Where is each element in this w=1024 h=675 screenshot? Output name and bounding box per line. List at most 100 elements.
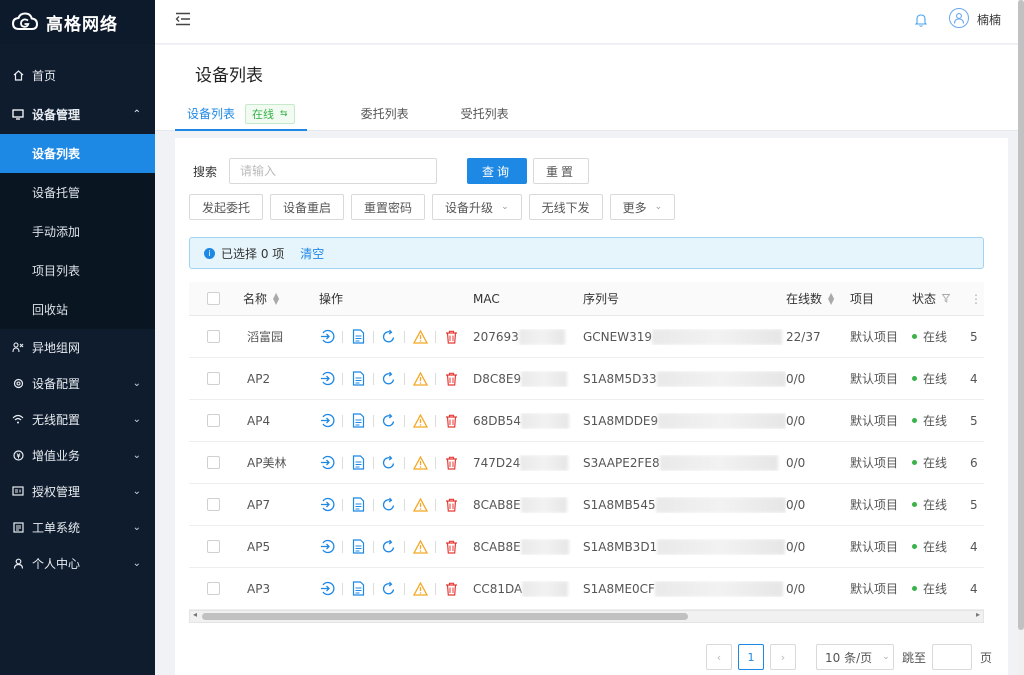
page-number-button[interactable]: 1 (738, 644, 764, 670)
reset-button[interactable]: 重置 (533, 158, 590, 184)
login-icon[interactable] (319, 455, 335, 471)
upgrade-dropdown[interactable]: 设备升级 ⌄ (432, 194, 522, 220)
tab-device-list[interactable]: 设备列表 在线 ⇆ (175, 99, 307, 131)
delegate-button[interactable]: 发起委托 (189, 194, 264, 220)
trash-icon[interactable] (443, 413, 459, 429)
vertical-scrollbar[interactable] (1018, 0, 1024, 675)
online-filter-badge[interactable]: 在线 ⇆ (245, 104, 295, 124)
trash-icon[interactable] (443, 371, 459, 387)
scroll-right-icon[interactable]: ▸ (976, 610, 980, 619)
tab-delegated-list[interactable]: 委托列表 (349, 99, 421, 131)
table-row[interactable]: AP4 68DB54 S1A8MDDE9 0/0 默认项目 在线 5 (189, 400, 984, 442)
device-name[interactable]: AP5 (247, 540, 270, 554)
document-icon[interactable] (350, 455, 366, 471)
sidebar-item-home[interactable]: 首页 (0, 56, 155, 95)
reboot-button[interactable]: 设备重启 (270, 194, 345, 220)
header-name[interactable]: 名称 ▲ ▼ (233, 290, 319, 307)
sidebar-item-manual-add[interactable]: 手动添加 (0, 212, 155, 251)
warning-icon[interactable] (412, 371, 428, 387)
login-icon[interactable] (319, 329, 335, 345)
logo[interactable]: 高格网络 (0, 0, 155, 44)
reset-password-button[interactable]: 重置密码 (351, 194, 426, 220)
row-checkbox[interactable] (207, 456, 220, 469)
row-checkbox[interactable] (207, 498, 220, 511)
sidebar-item-personal-center[interactable]: 个人中心 ⌄ (0, 545, 155, 581)
login-icon[interactable] (319, 581, 335, 597)
horizontal-scrollbar-thumb[interactable] (202, 613, 688, 620)
menu-fold-icon[interactable] (175, 11, 191, 27)
device-name[interactable]: AP4 (247, 414, 270, 428)
sidebar-item-recycle-bin[interactable]: 回收站 (0, 290, 155, 329)
device-name[interactable]: 滔富园 (247, 328, 283, 345)
refresh-icon[interactable] (381, 497, 397, 513)
bell-icon[interactable] (915, 13, 927, 27)
trash-icon[interactable] (443, 497, 459, 513)
document-icon[interactable] (350, 371, 366, 387)
tab-received-list[interactable]: 受托列表 (449, 99, 521, 131)
avatar[interactable] (949, 8, 969, 28)
sidebar-item-device-list[interactable]: 设备列表 (0, 134, 155, 173)
scroll-left-icon[interactable]: ◂ (193, 610, 197, 619)
document-icon[interactable] (350, 413, 366, 429)
sidebar-item-license[interactable]: 授权管理 ⌄ (0, 473, 155, 509)
warning-icon[interactable] (412, 539, 428, 555)
device-name[interactable]: AP2 (247, 372, 270, 386)
sidebar-item-device-config[interactable]: 设备配置 ⌄ (0, 365, 155, 401)
header-online[interactable]: 在线数 ▲ ▼ (786, 290, 850, 307)
trash-icon[interactable] (443, 455, 459, 471)
sidebar-item-remote-network[interactable]: 异地组网 (0, 329, 155, 365)
refresh-icon[interactable] (381, 581, 397, 597)
sort-icon[interactable]: ▲ ▼ (828, 291, 834, 305)
clear-selection-link[interactable]: 清空 (300, 245, 324, 262)
horizontal-scrollbar[interactable]: ◂ ▸ (189, 610, 984, 623)
document-icon[interactable] (350, 581, 366, 597)
row-checkbox[interactable] (207, 414, 220, 427)
row-checkbox[interactable] (207, 330, 220, 343)
sidebar-item-device-management[interactable]: 设备管理 ⌃ (0, 95, 155, 134)
login-icon[interactable] (319, 413, 335, 429)
more-dropdown[interactable]: 更多 ⌄ (609, 194, 676, 220)
vertical-scrollbar-thumb[interactable] (1018, 0, 1024, 630)
query-button[interactable]: 查询 (467, 158, 528, 184)
warning-icon[interactable] (412, 329, 428, 345)
prev-page-button[interactable]: ‹ (706, 644, 732, 670)
table-row[interactable]: AP7 8CAB8E S1A8MB545 0/0 默认项目 在线 5 (189, 484, 984, 526)
table-row[interactable]: AP美林 747D24 S3AAPE2FE8 0/0 默认项目 在线 6 (189, 442, 984, 484)
sort-icon[interactable]: ▲ ▼ (273, 291, 279, 305)
username[interactable]: 楠楠 (977, 11, 1001, 28)
row-checkbox[interactable] (207, 582, 220, 595)
sidebar-item-wireless-config[interactable]: 无线配置 ⌄ (0, 401, 155, 437)
refresh-icon[interactable] (381, 371, 397, 387)
sidebar-item-project-list[interactable]: 项目列表 (0, 251, 155, 290)
sidebar-item-value-added[interactable]: 增值业务 ⌄ (0, 437, 155, 473)
trash-icon[interactable] (443, 581, 459, 597)
device-name[interactable]: AP3 (247, 582, 270, 596)
sidebar-item-ticket-system[interactable]: 工单系统 ⌄ (0, 509, 155, 545)
row-checkbox[interactable] (207, 540, 220, 553)
warning-icon[interactable] (412, 413, 428, 429)
page-size-select[interactable]: 10 条/页 ⌄ (816, 644, 894, 670)
sidebar-item-device-hosting[interactable]: 设备托管 (0, 173, 155, 212)
table-row[interactable]: AP3 CC81DA S1A8ME0CF 0/0 默认项目 在线 4 (189, 568, 984, 610)
wireless-push-button[interactable]: 无线下发 (528, 194, 603, 220)
refresh-icon[interactable] (381, 413, 397, 429)
trash-icon[interactable] (443, 539, 459, 555)
login-icon[interactable] (319, 371, 335, 387)
refresh-icon[interactable] (381, 455, 397, 471)
warning-icon[interactable] (412, 497, 428, 513)
table-row[interactable]: AP5 8CAB8E S1A8MB3D1 0/0 默认项目 在线 4 (189, 526, 984, 568)
search-input[interactable] (229, 158, 438, 184)
select-all-checkbox[interactable] (207, 292, 220, 305)
device-name[interactable]: AP美林 (247, 454, 286, 471)
document-icon[interactable] (350, 497, 366, 513)
document-icon[interactable] (350, 539, 366, 555)
table-row[interactable]: 滔富园 207693 GCNEW319 22/37 默认项目 在线 5 (189, 316, 984, 358)
refresh-icon[interactable] (381, 539, 397, 555)
jump-page-input[interactable] (932, 644, 973, 670)
row-checkbox[interactable] (207, 372, 220, 385)
device-name[interactable]: AP7 (247, 498, 270, 512)
login-icon[interactable] (319, 497, 335, 513)
login-icon[interactable] (319, 539, 335, 555)
filter-icon[interactable] (942, 294, 951, 303)
warning-icon[interactable] (412, 581, 428, 597)
